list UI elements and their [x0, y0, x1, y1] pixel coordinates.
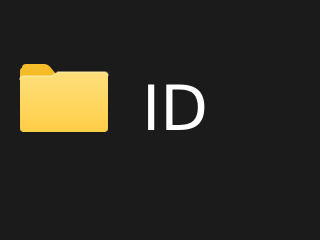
window: ID — [0, 0, 240, 240]
folder-label: ID — [142, 72, 209, 145]
folder-icon — [18, 60, 110, 134]
folder-item-id[interactable]: ID — [0, 0, 240, 240]
